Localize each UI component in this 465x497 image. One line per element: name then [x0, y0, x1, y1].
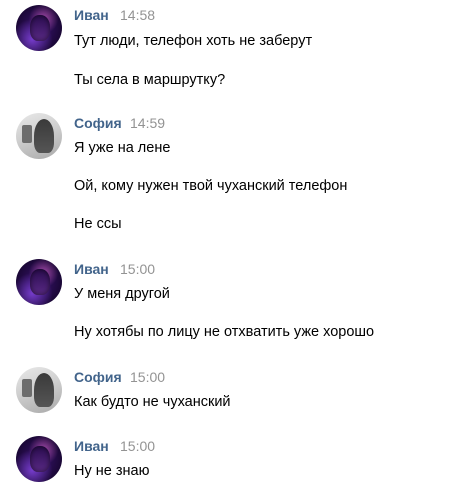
message-group: София 14:59 Я уже на лене Ой, кому нужен… [0, 113, 465, 243]
message-group: София 15:00 Как будто не чуханский [0, 367, 465, 422]
message-timestamp[interactable]: 14:59 [130, 114, 165, 132]
message-text: Ну не знаю [74, 463, 150, 479]
avatar-face-icon [30, 15, 50, 41]
message-timestamp[interactable]: 15:00 [130, 368, 165, 386]
message-text: Тут люди, телефон хоть не заберут [74, 33, 313, 49]
message-text: Ну хотябы по лицу не отхватить уже хорош… [74, 324, 375, 340]
author-name[interactable]: Иван [74, 260, 109, 278]
avatar-face-icon [30, 269, 50, 295]
message-text: Я уже на лене [74, 140, 171, 156]
avatar-phone-icon [22, 125, 32, 143]
avatar-face-icon [30, 446, 50, 472]
avatar[interactable] [16, 367, 62, 413]
message-text: Ты села в маршрутку? [74, 72, 226, 88]
avatar-person-icon [34, 119, 54, 153]
author-name[interactable]: София [74, 114, 122, 132]
message-group: Иван 14:58 Тут люди, телефон хоть не заб… [0, 5, 465, 100]
message-timestamp[interactable]: 15:00 [120, 260, 155, 278]
message-group: Иван 15:00 У меня другой Ну хотябы по ли… [0, 259, 465, 349]
message-text: Как будто не чуханский [74, 394, 231, 410]
message-text: У меня другой [74, 286, 170, 302]
message-text: Не ссы [74, 216, 122, 232]
message-timestamp[interactable]: 14:58 [120, 6, 155, 24]
avatar[interactable] [16, 259, 62, 305]
message-text: Ой, кому нужен твой чуханский телефон [74, 178, 348, 194]
avatar[interactable] [16, 113, 62, 159]
chat-history: Иван 14:58 Тут люди, телефон хоть не заб… [0, 0, 465, 497]
author-name[interactable]: София [74, 368, 122, 386]
author-name[interactable]: Иван [74, 437, 109, 455]
avatar[interactable] [16, 5, 62, 51]
avatar-phone-icon [22, 379, 32, 397]
avatar[interactable] [16, 436, 62, 482]
message-group: Иван 15:00 Ну не знаю [0, 436, 465, 491]
message-timestamp[interactable]: 15:00 [120, 437, 155, 455]
avatar-person-icon [34, 373, 54, 407]
author-name[interactable]: Иван [74, 6, 109, 24]
